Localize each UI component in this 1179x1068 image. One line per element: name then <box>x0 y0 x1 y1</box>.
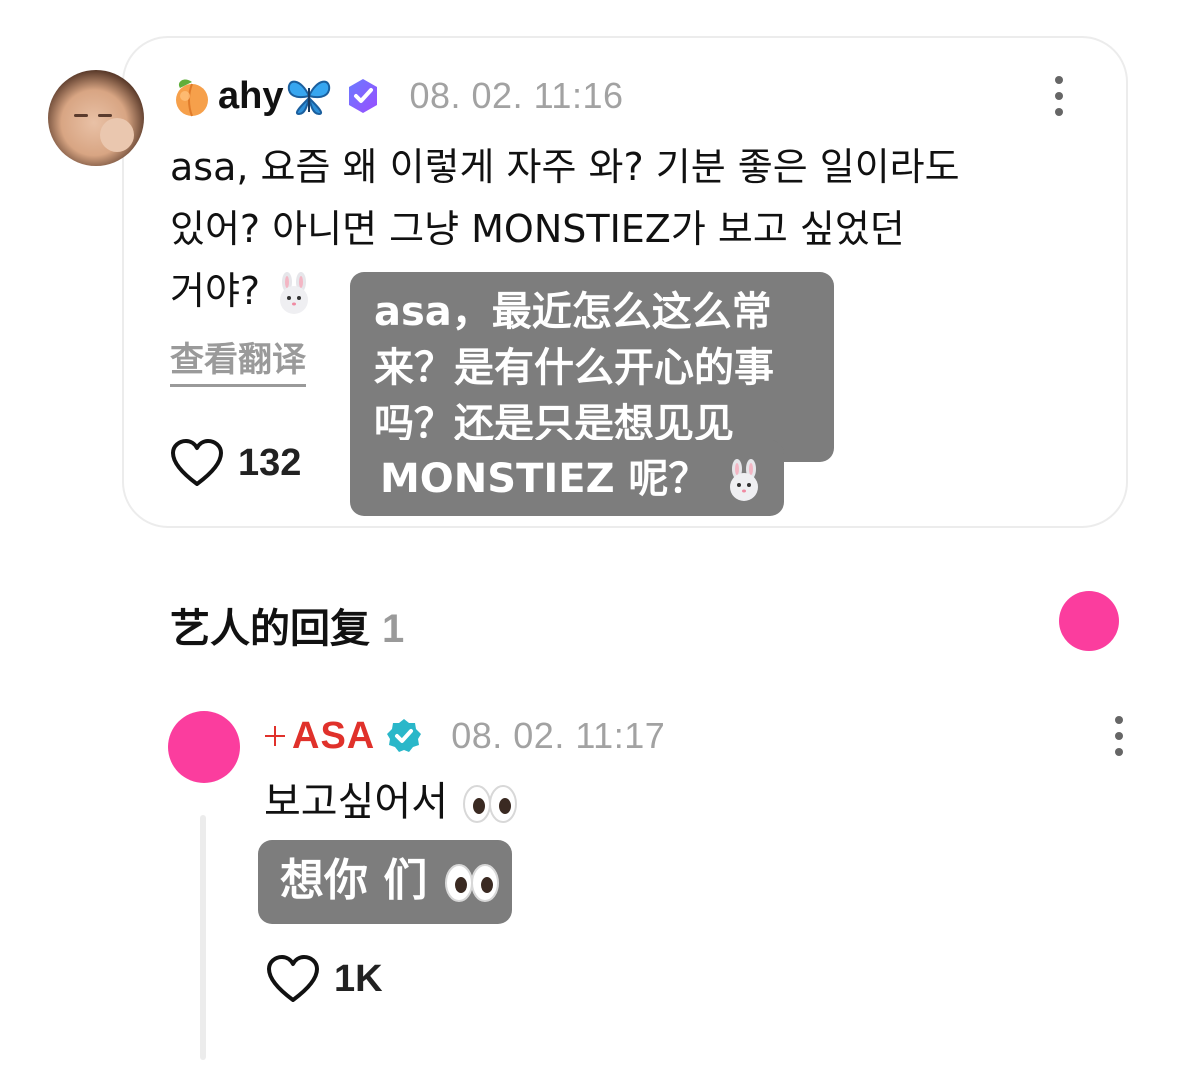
overlay-line: asa，最近怎么这么常 <box>374 289 772 335</box>
reply-timestamp: 08. 02. 11:17 <box>451 715 666 756</box>
heart-icon <box>171 439 223 486</box>
eyes-emoji-icon <box>444 864 499 902</box>
post-line: asa, 요즘 왜 이렇게 자주 와? 기분 좋은 일이라도 <box>170 145 960 189</box>
post-timestamp: 08. 02. 11:16 <box>409 75 624 116</box>
reply-header: ASA 08. 02. 11:17 <box>264 712 665 760</box>
reply-more-options-icon[interactable] <box>1114 716 1124 756</box>
post-more-options-icon[interactable] <box>1054 76 1064 116</box>
reply-translation-overlay: 想你 们 <box>258 840 512 924</box>
post-line: 있어? 아니면 그냥 MONSTIEZ가 보고 싶었던 <box>170 207 905 251</box>
thread-line <box>200 815 206 1060</box>
artist-replies-count: 1 <box>382 607 405 651</box>
butterfly-emoji-icon <box>288 80 331 116</box>
overlay-line: MONSTIEZ 呢？ <box>380 444 784 514</box>
view-translation-link[interactable]: 查看翻译 <box>170 340 306 387</box>
rabbit-emoji-icon <box>280 271 309 314</box>
post-translation-overlay-tail: MONSTIEZ 呢？ <box>350 440 784 516</box>
post-header: ahy 08. 02. 11:16 <box>170 70 624 122</box>
reply-like-count: 1K <box>334 957 383 1000</box>
artist-avatar[interactable] <box>168 711 240 783</box>
sparkle-icon <box>265 726 285 746</box>
post-translation-overlay: asa，最近怎么这么常 来？是有什么开心的事 吗？还是只是想见见 <box>350 272 834 462</box>
overlay-line: 来？是有什么开心的事 <box>374 345 774 391</box>
artist-replies-title: 艺人的回复 <box>170 606 370 652</box>
reply-author-name[interactable]: ASA <box>292 715 375 758</box>
rabbit-emoji-icon <box>730 459 759 501</box>
post-author-name[interactable]: ahy <box>218 75 283 118</box>
post-like-button[interactable]: 132 <box>170 438 301 488</box>
post-like-count: 132 <box>238 441 302 484</box>
heart-icon <box>267 955 319 1002</box>
eyes-emoji-icon <box>462 785 517 823</box>
peach-emoji-icon <box>176 79 208 117</box>
artist-profile-dot[interactable] <box>1059 591 1119 651</box>
verified-badge-icon <box>387 719 422 752</box>
reply-like-button[interactable]: 1K <box>266 954 383 1004</box>
reply-body: 보고싶어서 <box>264 774 519 830</box>
artist-replies-heading: 艺人的回复 1 <box>170 596 404 654</box>
verified-badge-icon <box>349 79 378 113</box>
fan-avatar[interactable] <box>48 70 144 166</box>
